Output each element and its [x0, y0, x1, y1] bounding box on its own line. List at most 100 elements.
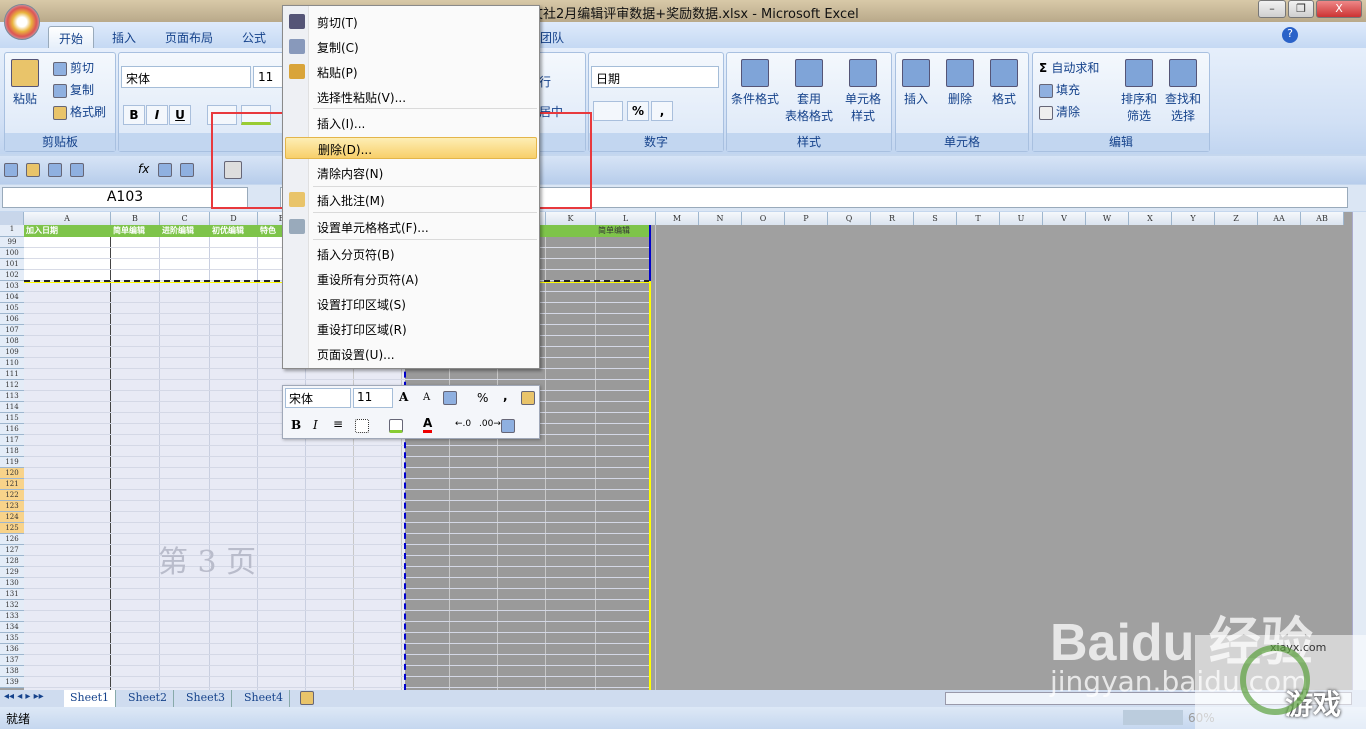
row-header[interactable]: 113: [0, 391, 24, 402]
row-header[interactable]: 123: [0, 501, 24, 512]
column-header[interactable]: A: [24, 212, 111, 225]
column-header[interactable]: V: [1043, 212, 1086, 225]
row-header[interactable]: 100: [0, 248, 24, 259]
row-header[interactable]: 102: [0, 270, 24, 281]
function-icon[interactable]: fx: [138, 162, 149, 176]
menu-item[interactable]: 清除内容(N): [285, 162, 537, 184]
column-header[interactable]: AB: [1301, 212, 1344, 225]
insert-cells-button[interactable]: 插入: [902, 59, 930, 107]
column-header[interactable]: U: [1000, 212, 1043, 225]
open-icon[interactable]: [26, 163, 40, 177]
tab-formulas[interactable]: 公式: [232, 26, 276, 48]
comma-button[interactable]: ,: [503, 389, 508, 403]
underline-button[interactable]: U: [169, 105, 191, 125]
mini-italic-button[interactable]: I: [313, 418, 318, 432]
mini-font-select[interactable]: 宋体: [285, 388, 351, 408]
cell-styles-button[interactable]: 单元格 样式: [845, 59, 881, 124]
shrink-font-button[interactable]: A: [423, 392, 430, 403]
paste-button[interactable]: 粘贴: [11, 59, 39, 107]
column-header[interactable]: K: [546, 212, 596, 225]
row-header[interactable]: 134: [0, 622, 24, 633]
row-header[interactable]: 126: [0, 534, 24, 545]
row-header[interactable]: 116: [0, 424, 24, 435]
row-header[interactable]: 127: [0, 545, 24, 556]
row-header[interactable]: 136: [0, 644, 24, 655]
row-header[interactable]: 1: [0, 225, 24, 237]
column-header[interactable]: M: [656, 212, 699, 225]
accounting-icon[interactable]: [443, 391, 457, 405]
row-header[interactable]: 110: [0, 358, 24, 369]
menu-item[interactable]: 设置单元格格式(F)...: [285, 216, 537, 238]
row-header[interactable]: 133: [0, 611, 24, 622]
header-cell-D[interactable]: 初优编辑: [212, 225, 256, 237]
help-icon[interactable]: ?: [1282, 27, 1298, 43]
menu-item[interactable]: 复制(C): [285, 36, 537, 58]
delete-cells-button[interactable]: 删除: [946, 59, 974, 107]
column-header[interactable]: S: [914, 212, 957, 225]
row-header[interactable]: 137: [0, 655, 24, 666]
increase-decimal-icon[interactable]: ←.0: [455, 419, 471, 429]
new-sheet-icon[interactable]: [300, 691, 314, 705]
tab-home[interactable]: 开始: [48, 26, 95, 48]
font-color-button[interactable]: A: [423, 416, 433, 433]
conditional-format-button[interactable]: 条件格式: [731, 59, 779, 107]
percent-button[interactable]: %: [477, 391, 488, 405]
menu-item[interactable]: 删除(D)...: [285, 137, 537, 159]
row-header[interactable]: 131: [0, 589, 24, 600]
fill-button[interactable]: 填充: [1039, 81, 1080, 98]
bold-button[interactable]: B: [123, 105, 145, 125]
minimize-button[interactable]: –: [1258, 0, 1286, 18]
close-button[interactable]: X: [1316, 0, 1362, 18]
menu-item[interactable]: 插入(I)...: [285, 112, 537, 134]
row-header[interactable]: 135: [0, 633, 24, 644]
column-header[interactable]: N: [699, 212, 742, 225]
undo-icon[interactable]: [70, 163, 84, 177]
row-header[interactable]: 112: [0, 380, 24, 391]
office-button[interactable]: [4, 4, 40, 40]
decrease-decimal-icon[interactable]: .00→: [479, 419, 501, 429]
column-header[interactable]: C: [160, 212, 210, 225]
menu-item[interactable]: 重设所有分页符(A): [285, 268, 537, 290]
copy-button[interactable]: 复制: [53, 81, 94, 98]
number-format-select[interactable]: 日期: [591, 66, 719, 88]
percent-button[interactable]: %: [627, 101, 649, 121]
menu-item[interactable]: 选择性粘贴(V)...: [285, 86, 537, 108]
row-header[interactable]: 139: [0, 677, 24, 688]
menu-item[interactable]: 插入分页符(B): [285, 243, 537, 265]
row-header[interactable]: 128: [0, 556, 24, 567]
center-align-icon[interactable]: ≡: [333, 417, 343, 431]
column-header[interactable]: Q: [828, 212, 871, 225]
row-header[interactable]: 115: [0, 413, 24, 424]
merge-cells-icon[interactable]: [501, 419, 515, 433]
comma-button[interactable]: ,: [651, 101, 673, 121]
format-painter-icon[interactable]: [521, 391, 535, 405]
row-header[interactable]: 122: [0, 490, 24, 501]
column-header[interactable]: W: [1086, 212, 1129, 225]
row-header[interactable]: 99: [0, 237, 24, 248]
wrap-text-button[interactable]: 行: [539, 73, 551, 90]
column-header[interactable]: X: [1129, 212, 1172, 225]
tab-insert[interactable]: 插入: [102, 26, 146, 48]
header-cell-L[interactable]: 简单编辑: [598, 225, 654, 237]
sheet-tab[interactable]: Sheet1: [64, 690, 117, 707]
sheet-tab[interactable]: Sheet4: [238, 690, 291, 707]
view-buttons[interactable]: [1123, 710, 1183, 725]
column-header[interactable]: O: [742, 212, 785, 225]
row-header[interactable]: 125: [0, 523, 24, 534]
menu-item[interactable]: 页面设置(U)...: [285, 343, 537, 365]
row-header[interactable]: 130: [0, 578, 24, 589]
sort-filter-button[interactable]: 排序和 筛选: [1121, 59, 1157, 124]
save-icon[interactable]: [4, 163, 18, 177]
column-header[interactable]: D: [210, 212, 258, 225]
row-header[interactable]: 106: [0, 314, 24, 325]
column-header[interactable]: B: [111, 212, 160, 225]
corner-select-all[interactable]: [0, 212, 24, 225]
column-header[interactable]: P: [785, 212, 828, 225]
restore-button[interactable]: ❐: [1288, 0, 1314, 18]
menu-item[interactable]: 剪切(T): [285, 11, 537, 33]
sheet-nav-arrows[interactable]: ◂◂ ◂ ▸ ▸▸: [4, 691, 44, 702]
row-header[interactable]: 119: [0, 457, 24, 468]
menu-item[interactable]: 粘贴(P): [285, 61, 537, 83]
row-header[interactable]: 124: [0, 512, 24, 523]
rows-icon[interactable]: [180, 163, 194, 177]
